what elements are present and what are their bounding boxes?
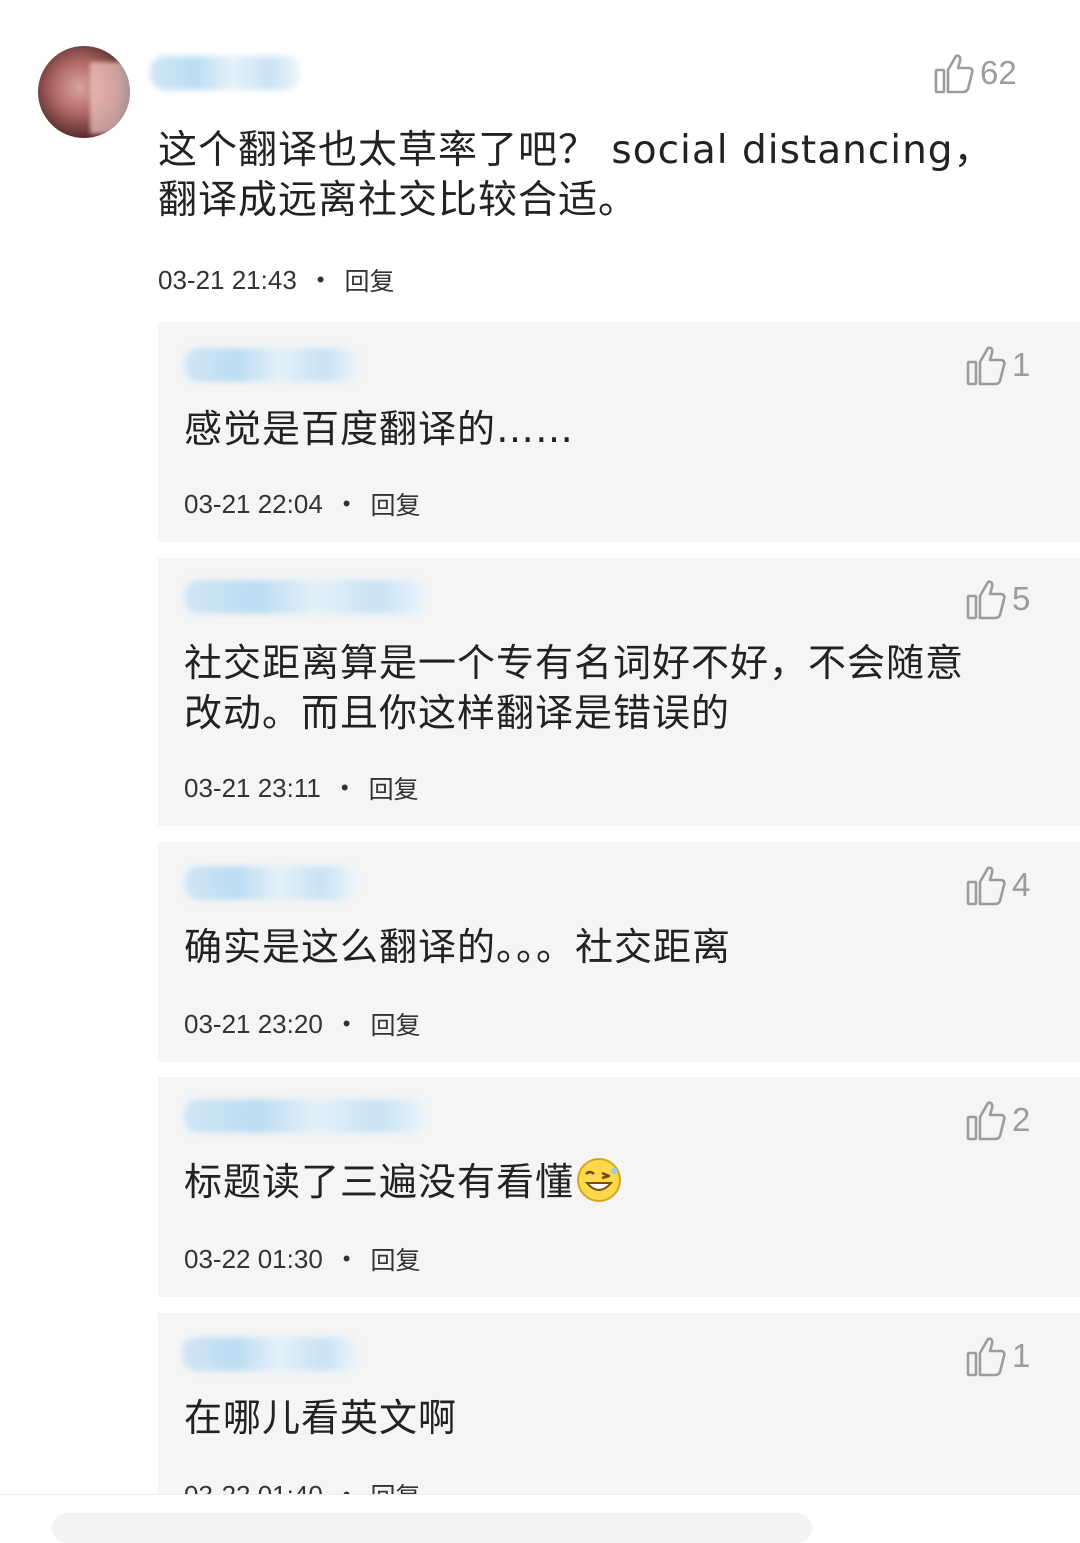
reply-meta: 03-22 01:40 • 回复	[184, 1477, 421, 1495]
like-count: 62	[980, 54, 1017, 91]
comment-text-line: 这个翻译也太草率了吧？ social distancing，	[158, 128, 994, 173]
reply-text-line: 改动。而且你这样翻译是错误的	[184, 691, 731, 735]
reply-card: 5 社交距离算是一个专有名词好不好，不会随意 改动。而且你这样翻译是错误的 03…	[158, 558, 1080, 826]
timestamp: 03-22 01:30	[184, 1243, 323, 1274]
reply-meta: 03-22 01:30 • 回复	[184, 1241, 421, 1277]
separator-dot: •	[343, 1482, 351, 1494]
laughing-emoji-icon	[577, 1158, 622, 1202]
reply-button[interactable]: 回复	[371, 486, 421, 522]
reply-button[interactable]: 回复	[371, 1241, 421, 1277]
bottom-input-bar	[0, 1494, 1080, 1543]
reply-meta: 03-21 22:04 • 回复	[184, 486, 421, 522]
like-button[interactable]: 1	[966, 1335, 1030, 1377]
separator-dot: •	[342, 491, 351, 516]
timestamp: 03-21 21:43	[158, 264, 297, 295]
thumbs-up-icon	[966, 580, 1006, 620]
like-button[interactable]: 1	[966, 344, 1030, 386]
reply-button[interactable]: 回复	[371, 1006, 421, 1042]
separator-dot: •	[316, 267, 325, 292]
comment-input[interactable]	[52, 1513, 812, 1543]
username-blurred[interactable]	[184, 866, 356, 900]
like-count: 2	[1012, 1101, 1031, 1138]
reply-button[interactable]: 回复	[371, 1477, 421, 1494]
like-count: 5	[1012, 580, 1031, 617]
reply-text-content: 标题读了三遍没有看懂	[184, 1160, 575, 1204]
avatar-mosaic	[60, 62, 130, 134]
reply-card: 1 在哪儿看英文啊 03-22 01:40 • 回复	[158, 1313, 1080, 1494]
username-blurred[interactable]	[182, 1337, 358, 1371]
thumbs-up-icon	[966, 346, 1006, 386]
reply-meta: 03-21 23:11 • 回复	[184, 770, 419, 806]
reply-button[interactable]: 回复	[369, 770, 419, 806]
reply-card: 2 标题读了三遍没有看懂 03-22 01:30 • 回复	[158, 1077, 1080, 1297]
thumbs-up-icon	[966, 866, 1006, 906]
username-blurred[interactable]	[184, 348, 359, 382]
reply-text: 确实是这么翻译的。。。社交距离	[184, 925, 732, 969]
like-button[interactable]: 2	[966, 1099, 1030, 1141]
reply-button[interactable]: 回复	[345, 262, 395, 298]
like-count: 1	[1012, 1337, 1031, 1374]
reply-text: 感觉是百度翻译的……	[184, 407, 575, 451]
like-button[interactable]: 5	[966, 578, 1030, 620]
thumbs-up-icon	[934, 54, 974, 94]
reply-text: 标题读了三遍没有看懂	[184, 1157, 1064, 1207]
reply-card: 4 确实是这么翻译的。。。社交距离 03-21 23:20 • 回复	[158, 842, 1080, 1062]
thumbs-up-icon	[966, 1337, 1006, 1377]
separator-dot: •	[340, 775, 349, 800]
reply-text-line: 社交距离算是一个专有名词好不好，不会随意	[184, 641, 965, 685]
reply-text: 社交距离算是一个专有名词好不好，不会随意 改动。而且你这样翻译是错误的	[184, 638, 1064, 738]
like-count: 4	[1012, 866, 1031, 903]
username-blurred[interactable]	[150, 56, 300, 90]
username-blurred[interactable]	[184, 1099, 426, 1133]
separator-dot: •	[342, 1011, 351, 1036]
reply-card: 1 感觉是百度翻译的…… 03-21 22:04 • 回复	[158, 322, 1080, 542]
comment-text: 这个翻译也太草率了吧？ social distancing， 翻译成远离社交比较…	[158, 126, 1038, 226]
reply-text: 在哪儿看英文啊	[184, 1396, 458, 1440]
comment-text-line: 翻译成远离社交比较合适。	[158, 178, 639, 223]
like-button[interactable]: 4	[966, 864, 1030, 906]
comment-meta: 03-21 21:43 • 回复	[158, 262, 395, 298]
username-blurred[interactable]	[184, 580, 426, 614]
thumbs-up-icon	[966, 1101, 1006, 1141]
avatar[interactable]	[38, 46, 130, 138]
timestamp: 03-21 23:20	[184, 1008, 323, 1039]
reply-meta: 03-21 23:20 • 回复	[184, 1006, 421, 1042]
separator-dot: •	[342, 1246, 351, 1271]
timestamp: 03-22 01:40	[184, 1480, 323, 1495]
timestamp: 03-21 22:04	[184, 488, 323, 519]
timestamp: 03-21 23:11	[184, 772, 321, 803]
like-count: 1	[1012, 346, 1031, 383]
like-button[interactable]: 62	[934, 52, 1017, 94]
